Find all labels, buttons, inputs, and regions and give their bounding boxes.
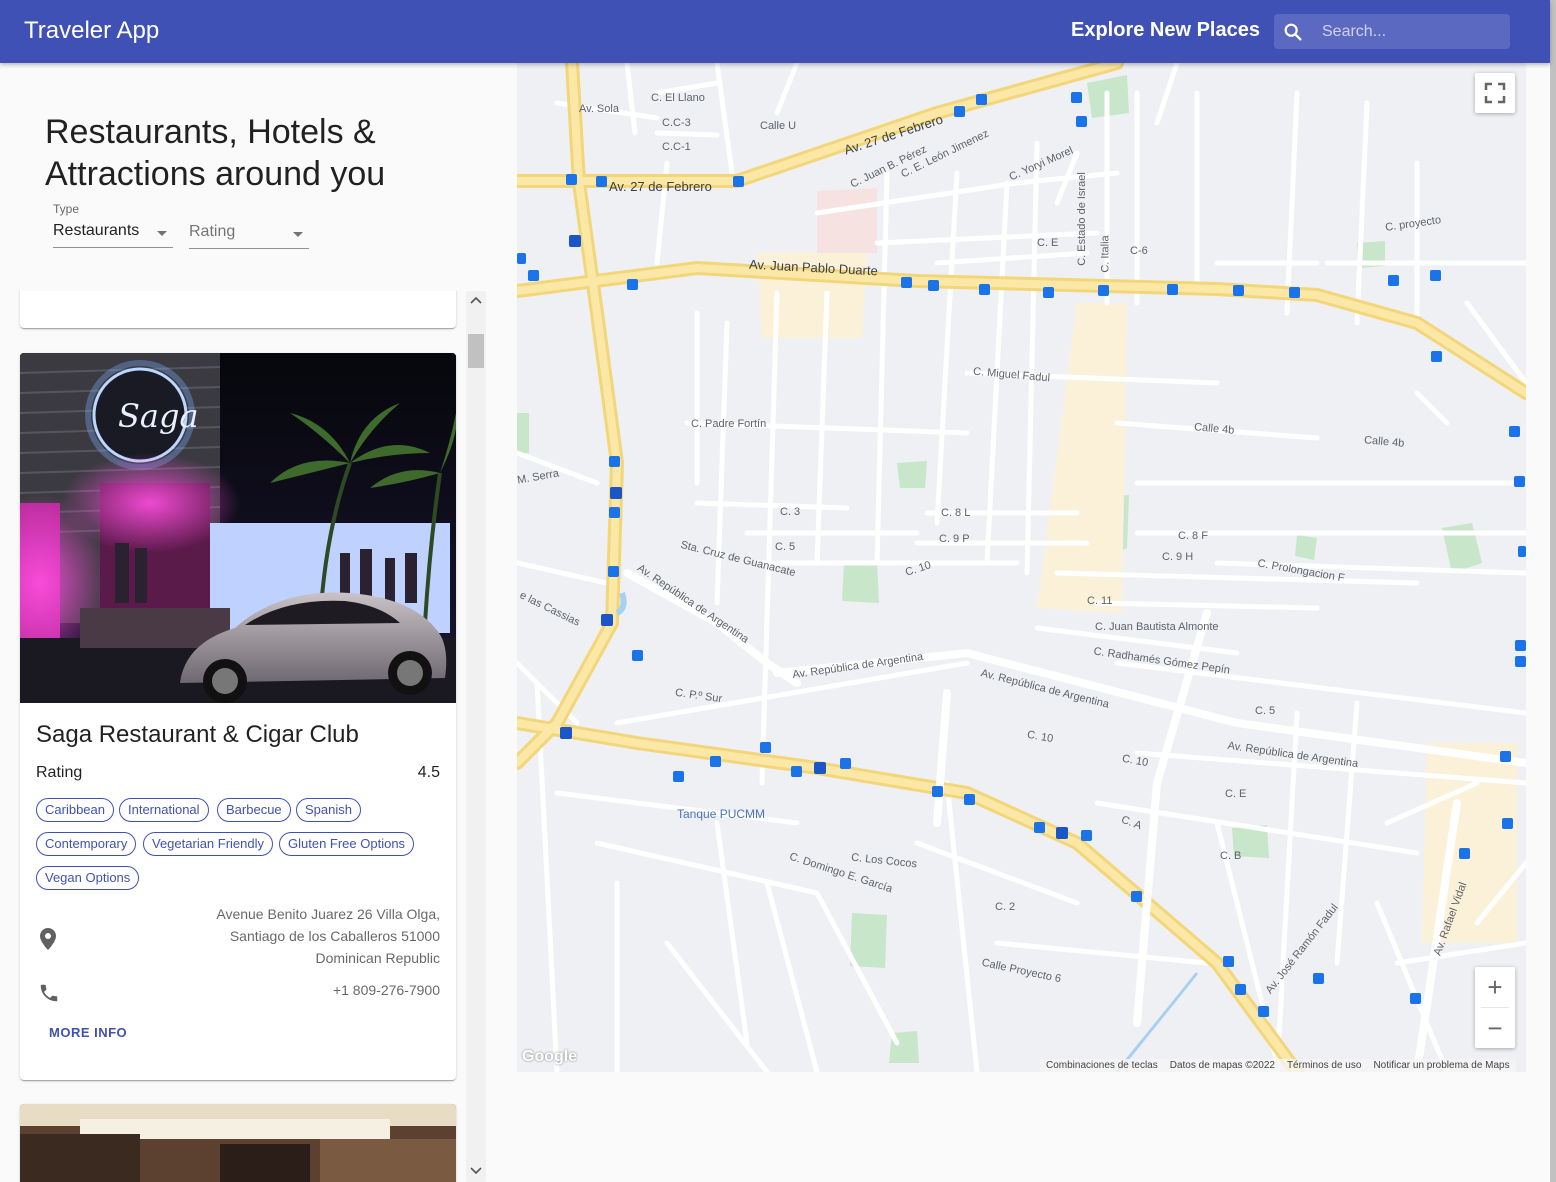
map-label: C. 8 L [941, 507, 971, 519]
phone-icon [40, 984, 58, 1002]
zoom-in-button[interactable]: + [1475, 967, 1515, 1007]
map-label: C. 2 [995, 901, 1016, 913]
address-line: Avenue Benito Juarez 26 Villa Olga, [216, 906, 440, 922]
search-icon [1284, 23, 1302, 41]
report-problem-link[interactable]: Notificar un problema de Maps [1373, 1060, 1509, 1071]
rating-label: Rating [36, 764, 83, 781]
more-info-button[interactable]: MORE INFO [49, 1025, 127, 1040]
poi-label: Tanque PUCMM [677, 807, 766, 821]
place-address: Avenue Benito Juarez 26 Villa Olga, Sant… [180, 903, 440, 969]
map-label: C. 11 [1087, 595, 1113, 607]
chevron-down-icon [157, 231, 167, 236]
app-title: Traveler App [24, 17, 160, 44]
map-label: C. E [1225, 788, 1247, 800]
place-card: Saga Saga Restaurant & Cigar Club Rating… [20, 353, 456, 1080]
map-label: C. 9 H [1162, 551, 1194, 563]
list-header: Restaurants, Hotels & Attractions around… [0, 63, 517, 291]
restaurant-photo-illustration: Saga [20, 353, 456, 703]
cuisine-chip[interactable]: Gluten Free Options [279, 832, 415, 856]
map-label: C.C-1 [662, 141, 691, 153]
map-label: C. Juan Bautista Almonte [1095, 621, 1219, 633]
keyboard-shortcuts-link[interactable]: Combinaciones de teclas [1046, 1060, 1158, 1071]
map-label: C. 9 P [939, 533, 970, 545]
rating-select-placeholder: Rating [189, 223, 236, 240]
map-label: Av. Sola [579, 103, 619, 115]
map-label: C. 3 [780, 506, 801, 518]
map-label: C. 5 [1255, 705, 1276, 717]
zoom-out-button[interactable]: − [1475, 1008, 1515, 1048]
place-photo: Saga [20, 353, 456, 703]
list-scrollbar[interactable] [466, 291, 486, 1182]
app-bar: Traveler App Explore New Places [0, 0, 1550, 63]
cuisine-chip[interactable]: Barbecue [217, 798, 291, 822]
map[interactable]: Av. 27 de Febrero Av. 27 de Febrero Av. … [517, 63, 1526, 1072]
location-pin-icon [40, 928, 56, 950]
map-label: C-6 [1130, 245, 1148, 257]
type-select[interactable]: Restaurants [53, 218, 173, 248]
zoom-control: + − [1475, 967, 1515, 1048]
next-place-photo [20, 1104, 456, 1182]
map-attribution: Combinaciones de teclas Datos de mapas ©… [1040, 1059, 1516, 1072]
page-title: Restaurants, Hotels & Attractions around… [45, 113, 386, 193]
page-scrollbar[interactable] [1550, 0, 1556, 1182]
map-label: C. 5 [775, 541, 796, 553]
place-phone: +1 809-276-7900 [332, 982, 440, 998]
map-label: C. Estado de Israel [1075, 172, 1088, 266]
cuisine-chip[interactable]: International [119, 798, 209, 822]
rating-select[interactable]: Rating [189, 219, 309, 249]
address-line: Dominican Republic [315, 950, 440, 966]
search-input[interactable] [1322, 14, 1502, 49]
cuisine-chip[interactable]: Vegan Options [36, 866, 140, 890]
sign-text: Saga [118, 397, 199, 435]
map-label: Av. 27 de Febrero [609, 179, 712, 194]
cuisine-chip[interactable]: Contemporary [36, 832, 137, 856]
type-select-value: Restaurants [53, 222, 140, 239]
map-label: C. Italia [1099, 235, 1112, 273]
map-label: Calle U [760, 120, 797, 132]
map-label: C. El Llano [651, 92, 705, 104]
terms-link[interactable]: Términos de uso [1287, 1060, 1361, 1071]
address-line: Santiago de los Caballeros 51000 [229, 928, 440, 944]
map-label: C.C-3 [662, 117, 691, 129]
map-label: C. B [1220, 850, 1242, 862]
chevron-down-icon [293, 232, 303, 237]
place-card-next [20, 1104, 456, 1182]
map-label: C. 8 F [1178, 530, 1208, 542]
place-card-previous [20, 291, 456, 328]
place-name: Saga Restaurant & Cigar Club [36, 721, 359, 748]
page-scrollbar-thumb[interactable] [1550, 0, 1556, 1182]
search-box[interactable] [1274, 14, 1510, 49]
map-label: C. Padre Fortín [691, 418, 767, 430]
type-label: Type [53, 202, 80, 216]
scroll-down-icon[interactable] [470, 1166, 482, 1176]
cuisine-chip[interactable]: Caribbean [36, 798, 114, 822]
rating-value: 4.5 [417, 764, 440, 781]
scroll-up-icon[interactable] [470, 295, 482, 305]
map-label: C. E [1037, 237, 1059, 249]
fullscreen-icon [1484, 82, 1506, 104]
explore-heading: Explore New Places [1071, 19, 1260, 41]
cuisine-chip[interactable]: Spanish [296, 798, 361, 822]
cuisine-chip[interactable]: Vegetarian Friendly [143, 832, 274, 856]
place-list[interactable]: Saga Saga Restaurant & Cigar Club Rating… [0, 291, 486, 1182]
google-logo[interactable]: Google [522, 1048, 577, 1066]
list-scrollbar-thumb[interactable] [468, 334, 484, 368]
fullscreen-button[interactable] [1475, 73, 1515, 113]
map-roads [517, 63, 1526, 1072]
map-data-label: Datos de mapas ©2022 [1169, 1060, 1275, 1071]
